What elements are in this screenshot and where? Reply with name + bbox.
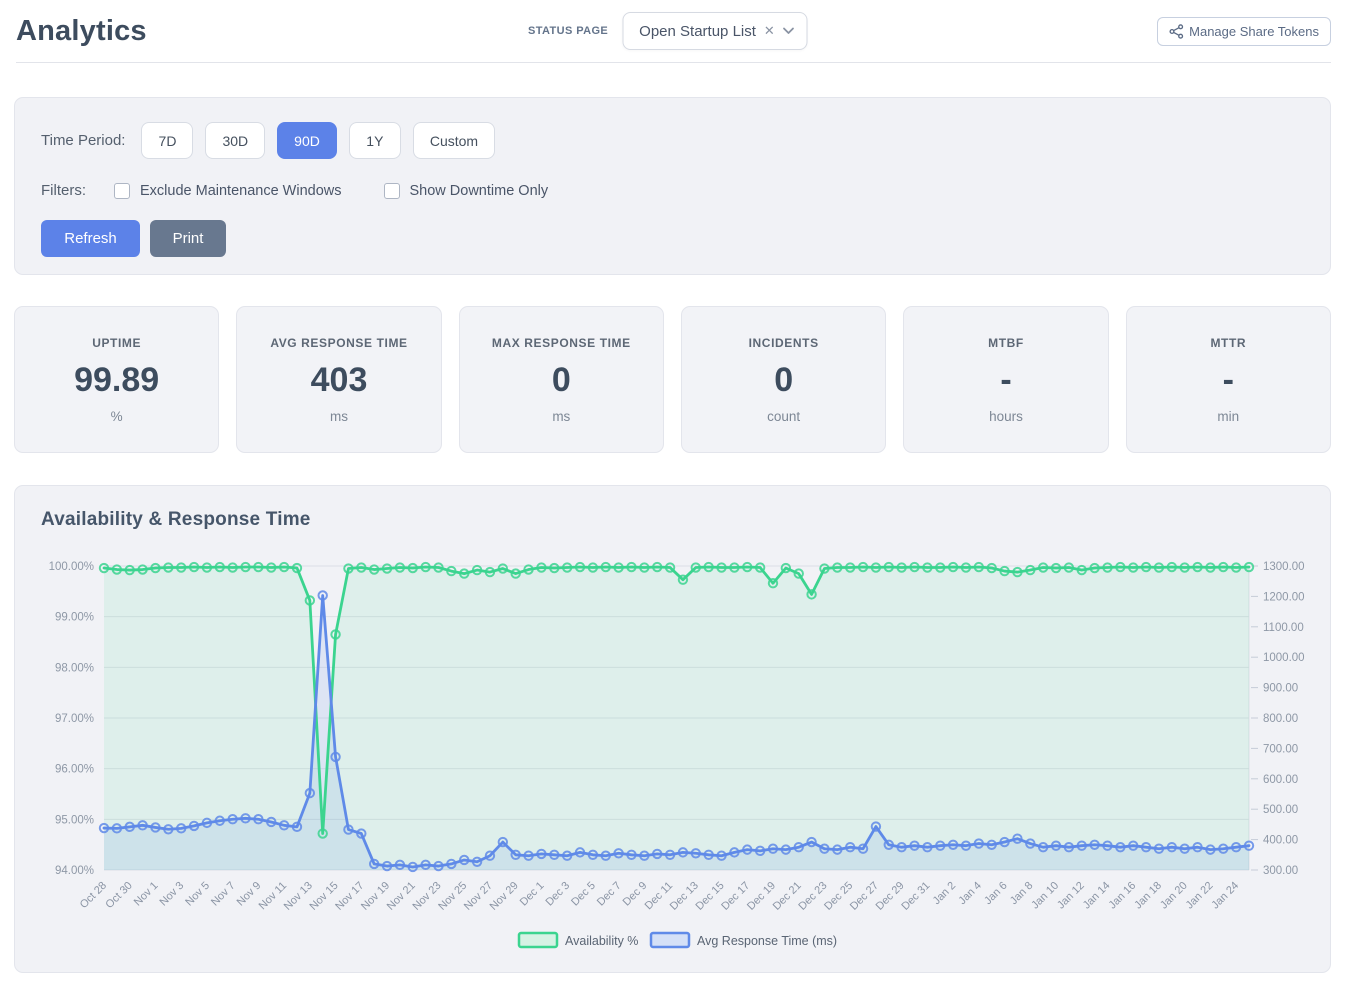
stats-row: UPTIME 99.89 % AVG RESPONSE TIME 403 ms … [14,306,1331,453]
svg-text:Dec 3: Dec 3 [543,880,572,909]
svg-text:Nov 7: Nov 7 [209,880,238,909]
stat-value: 0 [774,361,793,400]
svg-text:Jan 6: Jan 6 [982,880,1010,908]
svg-text:Jan 10: Jan 10 [1029,880,1061,912]
print-button[interactable]: Print [150,220,226,257]
period-button-1y[interactable]: 1Y [349,122,401,159]
svg-text:96.00%: 96.00% [55,764,94,776]
filters-label: Filters: [41,182,86,199]
svg-text:Oct 28: Oct 28 [78,880,109,911]
chevron-down-icon [783,27,795,35]
svg-text:Oct 30: Oct 30 [103,880,134,911]
svg-text:Jan 22: Jan 22 [1184,880,1216,912]
show-downtime-label: Show Downtime Only [410,183,549,199]
svg-text:Jan 18: Jan 18 [1132,880,1164,912]
svg-text:Nov 29: Nov 29 [488,880,521,913]
svg-text:1200.00: 1200.00 [1263,591,1305,603]
stat-card-uptime: UPTIME 99.89 % [14,306,219,453]
stat-value: 0 [552,361,571,400]
status-page-selected-value: Open Startup List [639,23,756,40]
svg-text:Dec 31: Dec 31 [899,880,932,913]
period-button-30d[interactable]: 30D [205,122,265,159]
stat-card-max-response: MAX RESPONSE TIME 0 ms [459,306,664,453]
svg-text:Dec 5: Dec 5 [569,880,598,909]
svg-text:Jan 20: Jan 20 [1158,880,1190,912]
stat-label: MAX RESPONSE TIME [492,336,631,350]
svg-text:Jan 24: Jan 24 [1209,880,1241,912]
top-bar: Analytics STATUS PAGE Open Startup List … [0,0,1347,62]
svg-text:1000.00: 1000.00 [1263,652,1305,664]
stat-value: - [1000,361,1011,400]
svg-text:100.00%: 100.00% [49,561,94,573]
svg-text:98.00%: 98.00% [55,662,94,674]
svg-text:600.00: 600.00 [1263,774,1298,786]
stat-unit: % [111,409,123,424]
svg-text:Jan 14: Jan 14 [1081,880,1113,912]
svg-text:400.00: 400.00 [1263,835,1298,847]
period-button-custom[interactable]: Custom [413,122,495,159]
svg-text:1100.00: 1100.00 [1263,622,1304,634]
status-page-dropdown[interactable]: Open Startup List ✕ [622,12,808,50]
time-period-row: Time Period: 7D 30D 90D 1Y Custom [41,122,1304,159]
stat-unit: hours [989,409,1023,424]
stat-label: MTTR [1210,336,1246,350]
period-button-90d[interactable]: 90D [277,122,337,159]
svg-text:Nov 3: Nov 3 [157,880,186,909]
stat-unit: min [1217,409,1239,424]
refresh-button[interactable]: Refresh [41,220,140,257]
exclude-maintenance-checkbox[interactable] [114,183,130,199]
svg-text:Jan 16: Jan 16 [1106,880,1138,912]
time-period-label: Time Period: [41,132,125,149]
manage-share-tokens-button[interactable]: Manage Share Tokens [1157,17,1331,46]
svg-text:Jan 4: Jan 4 [956,880,984,908]
filters-panel: Time Period: 7D 30D 90D 1Y Custom Filter… [14,97,1331,275]
stat-label: INCIDENTS [749,336,819,350]
svg-text:700.00: 700.00 [1263,743,1298,755]
svg-text:Nov 1: Nov 1 [132,880,161,909]
page-title: Analytics [16,15,147,48]
stat-card-mttr: MTTR - min [1126,306,1331,453]
svg-text:Jan 2: Jan 2 [931,880,959,908]
stat-card-avg-response: AVG RESPONSE TIME 403 ms [236,306,441,453]
stat-label: AVG RESPONSE TIME [270,336,407,350]
status-page-label: STATUS PAGE [528,25,608,37]
chart-panel: Availability & Response Time 100.00%99.0… [14,485,1331,973]
svg-text:97.00%: 97.00% [55,713,94,725]
svg-text:99.00%: 99.00% [55,612,94,624]
stat-unit: ms [552,409,570,424]
stat-label: UPTIME [92,336,141,350]
svg-text:95.00%: 95.00% [55,814,94,826]
stat-value: - [1223,361,1234,400]
stat-unit: count [767,409,800,424]
stat-value: 403 [311,361,368,400]
share-icon [1169,24,1184,39]
status-page-selector-group: STATUS PAGE Open Startup List ✕ [528,12,808,50]
stat-value: 99.89 [74,361,159,400]
header-divider [16,62,1331,63]
svg-text:94.00%: 94.00% [55,865,94,877]
svg-text:1300.00: 1300.00 [1263,561,1305,573]
exclude-maintenance-label: Exclude Maintenance Windows [140,183,342,199]
svg-text:900.00: 900.00 [1263,683,1298,695]
availability-response-time-chart: 100.00% 99.00% 98.00% 97.00% 96.00% 95.00% 94.… [15,486,1330,972]
svg-text:Dec 7: Dec 7 [595,880,624,909]
svg-text:300.00: 300.00 [1263,865,1298,877]
svg-text:Avg Response Time (ms): Avg Response Time (ms) [697,934,837,948]
svg-text:Availability %: Availability % [565,934,638,948]
svg-text:Dec 1: Dec 1 [518,880,547,909]
actions-row: Refresh Print [41,220,1304,257]
filters-row: Filters: Exclude Maintenance Windows Sho… [41,182,1304,199]
stat-card-incidents: INCIDENTS 0 count [681,306,886,453]
stat-card-mtbf: MTBF - hours [903,306,1108,453]
period-button-7d[interactable]: 7D [141,122,193,159]
stat-unit: ms [330,409,348,424]
svg-text:800.00: 800.00 [1263,713,1298,725]
clear-selection-icon[interactable]: ✕ [762,23,777,39]
svg-text:Jan 12: Jan 12 [1055,880,1087,912]
stat-label: MTBF [988,336,1024,350]
show-downtime-checkbox[interactable] [384,183,400,199]
svg-text:Nov 5: Nov 5 [183,880,212,909]
svg-text:500.00: 500.00 [1263,804,1298,816]
manage-share-tokens-label: Manage Share Tokens [1189,24,1319,39]
